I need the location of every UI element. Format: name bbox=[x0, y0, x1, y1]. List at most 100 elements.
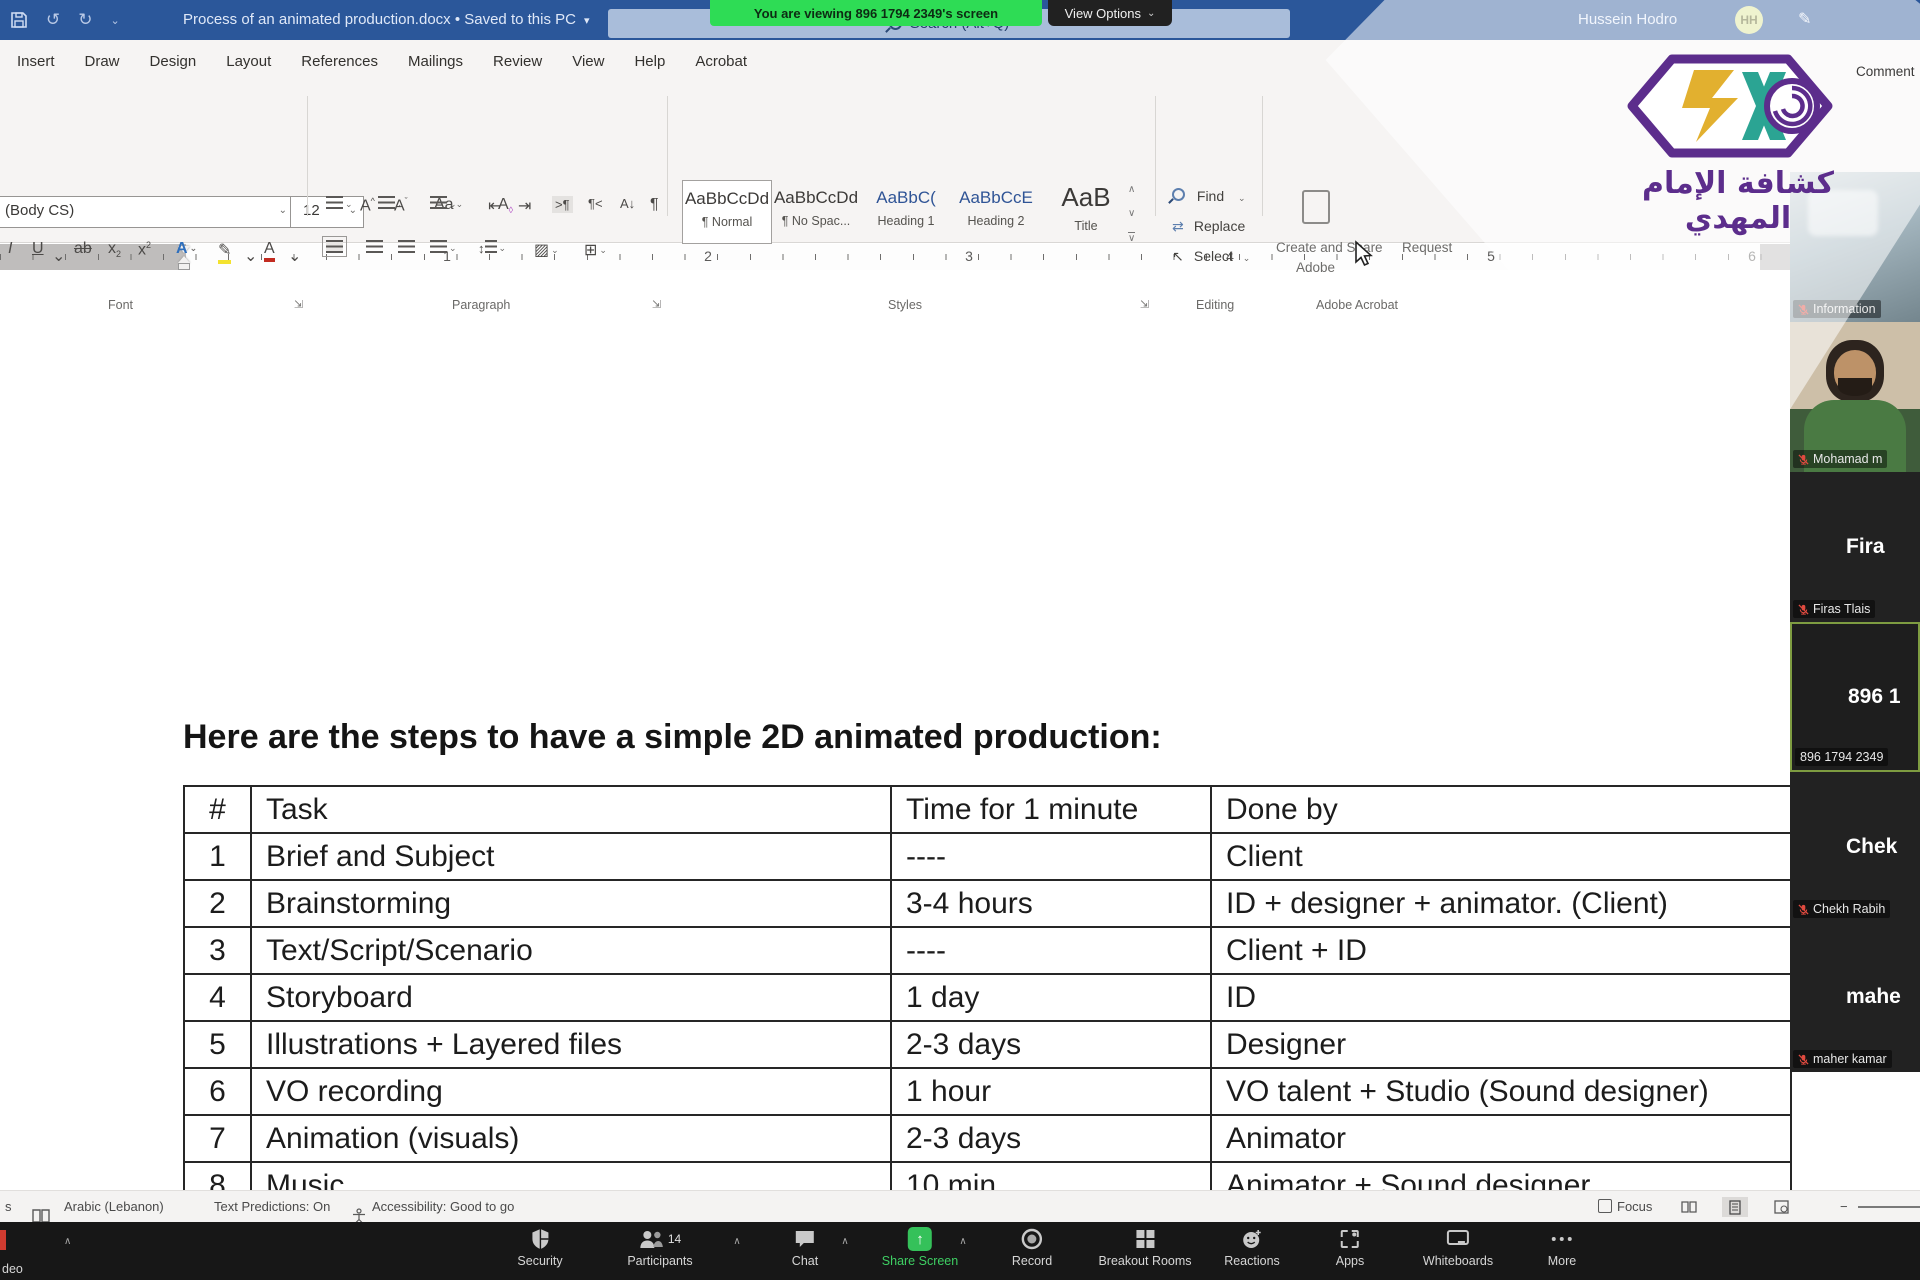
participant-tile-896[interactable]: 896 1 896 1794 2349 bbox=[1790, 622, 1920, 772]
comments-button[interactable]: Comment bbox=[1856, 64, 1915, 79]
align-center-button[interactable] bbox=[366, 240, 383, 258]
style-card[interactable]: AaBbCcDd¶ Normal bbox=[682, 180, 772, 244]
participants-button[interactable]: 14 Participants bbox=[627, 1226, 692, 1268]
style-card[interactable]: AaBbCcEHeading 2 bbox=[952, 180, 1040, 242]
styles-scroll-down-icon[interactable]: ∨ bbox=[1128, 208, 1135, 219]
title-menu-icon[interactable]: ▾ bbox=[584, 15, 590, 27]
numbering-button[interactable]: ⌄ bbox=[378, 196, 405, 214]
left-indent-marker[interactable] bbox=[179, 264, 189, 269]
style-card[interactable]: AaBbC(Heading 1 bbox=[862, 180, 950, 242]
tab-design[interactable]: Design bbox=[135, 40, 212, 84]
chevron-down-icon[interactable]: ⌄ bbox=[288, 246, 301, 266]
save-icon[interactable] bbox=[10, 11, 28, 29]
increase-indent-button[interactable]: ⇥ bbox=[518, 196, 531, 216]
grow-font-button[interactable]: A^ bbox=[360, 196, 375, 215]
read-mode-icon bbox=[1681, 1201, 1697, 1213]
subscript-button[interactable]: x2 bbox=[108, 240, 121, 259]
focus-button[interactable]: Focus bbox=[1598, 1191, 1652, 1223]
chevron-down-icon[interactable]: ⌄ bbox=[244, 246, 257, 266]
participant-tile-firas[interactable]: Fira Firas Tlais bbox=[1790, 472, 1920, 622]
video-button-label[interactable]: deo bbox=[2, 1262, 23, 1276]
create-pdf-icon[interactable] bbox=[1302, 190, 1330, 224]
multilevel-list-button[interactable]: ⌄ bbox=[430, 196, 457, 214]
style-name: Heading 2 bbox=[952, 214, 1040, 228]
font-color-button[interactable]: A bbox=[264, 240, 275, 262]
accessibility-status[interactable]: Accessibility: Good to go bbox=[372, 1191, 514, 1223]
decrease-indent-button[interactable]: ⇤ bbox=[488, 196, 501, 216]
tab-view[interactable]: View bbox=[557, 40, 619, 84]
style-card[interactable]: AaBbCcDd¶ No Spac... bbox=[772, 180, 860, 242]
request-signatures-label[interactable]: Request bbox=[1402, 240, 1452, 255]
styles-dialog-launcher[interactable]: ⇲ bbox=[1140, 298, 1149, 311]
underline-button[interactable]: U bbox=[32, 240, 44, 258]
rtl-direction-button[interactable]: ¶< bbox=[588, 196, 603, 211]
bullets-button[interactable]: ⌄ bbox=[326, 196, 353, 214]
zoom-slider[interactable] bbox=[1858, 1206, 1920, 1208]
align-right-button[interactable] bbox=[398, 240, 415, 258]
replace-button[interactable]: ⇄ Replace bbox=[1172, 218, 1245, 235]
stop-video-icon[interactable] bbox=[0, 1230, 6, 1250]
record-button[interactable]: Record bbox=[1012, 1226, 1052, 1268]
breakout-rooms-button[interactable]: Breakout Rooms bbox=[1098, 1226, 1191, 1268]
muted-mic-icon bbox=[1798, 454, 1809, 465]
tab-mailings[interactable]: Mailings bbox=[393, 40, 478, 84]
justify-button[interactable]: ⌄ bbox=[430, 240, 457, 258]
view-options-button[interactable]: View Options⌄ bbox=[1048, 0, 1172, 26]
tab-draw[interactable]: Draw bbox=[70, 40, 135, 84]
table-cell: Brief and Subject bbox=[251, 833, 891, 880]
participants-caret-icon[interactable]: ∧ bbox=[733, 1236, 740, 1247]
line-spacing-button[interactable]: ↕⌄ bbox=[478, 240, 506, 256]
apps-icon bbox=[1340, 1229, 1360, 1249]
whiteboards-button[interactable]: Whiteboards bbox=[1423, 1226, 1493, 1268]
superscript-button[interactable]: x2 bbox=[138, 240, 151, 259]
ltr-direction-button[interactable]: >¶ bbox=[552, 196, 573, 213]
apps-button[interactable]: Apps bbox=[1336, 1226, 1365, 1268]
styles-scroll-up-icon[interactable]: ∧ bbox=[1128, 184, 1135, 195]
security-button[interactable]: Security bbox=[517, 1226, 562, 1268]
paragraph-dialog-launcher[interactable]: ⇲ bbox=[652, 298, 661, 311]
chat-button[interactable]: Chat bbox=[792, 1226, 818, 1268]
text-predictions-status[interactable]: Text Predictions: On bbox=[214, 1191, 330, 1223]
customize-qat-icon[interactable]: ⌄ bbox=[111, 14, 120, 27]
tab-layout[interactable]: Layout bbox=[211, 40, 286, 84]
undo-icon[interactable]: ↺ bbox=[46, 10, 60, 30]
select-button[interactable]: ↖ Select ⌄ bbox=[1172, 248, 1250, 265]
more-button[interactable]: More bbox=[1548, 1226, 1576, 1268]
style-card[interactable]: AaBTitle bbox=[1042, 180, 1130, 242]
read-mode-button[interactable] bbox=[1676, 1197, 1702, 1217]
tab-review[interactable]: Review bbox=[478, 40, 557, 84]
align-left-button[interactable] bbox=[326, 240, 343, 258]
styles-expand-icon[interactable]: ∨ bbox=[1128, 232, 1135, 244]
redo-icon[interactable]: ↻ bbox=[78, 10, 92, 30]
find-button[interactable]: Find ⌄ bbox=[1172, 188, 1246, 204]
strikethrough-button[interactable]: ab bbox=[74, 240, 92, 258]
web-layout-button[interactable] bbox=[1768, 1197, 1794, 1217]
muted-mic-icon bbox=[1798, 604, 1809, 615]
table-header-cell: Done by bbox=[1211, 786, 1791, 833]
zoom-out-button[interactable]: − bbox=[1840, 1191, 1848, 1223]
font-dialog-launcher[interactable]: ⇲ bbox=[294, 298, 303, 311]
video-caret-icon[interactable]: ∧ bbox=[64, 1236, 71, 1247]
tab-acrobat[interactable]: Acrobat bbox=[680, 40, 762, 84]
language-status[interactable]: Arabic (Lebanon) bbox=[64, 1191, 164, 1223]
participant-tile-maher[interactable]: mahe maher kamar bbox=[1790, 922, 1920, 1072]
participant-tile-chekh[interactable]: Chek Chekh Rabih bbox=[1790, 772, 1920, 922]
italic-button[interactable]: I bbox=[8, 240, 12, 258]
share-caret-icon[interactable]: ∧ bbox=[959, 1236, 966, 1247]
tab-references[interactable]: References bbox=[286, 40, 393, 84]
muted-mic-icon bbox=[1798, 1054, 1809, 1065]
shading-button[interactable]: ▨⌄ bbox=[534, 240, 559, 260]
highlight-button[interactable]: ✎ bbox=[218, 240, 231, 264]
print-layout-button[interactable] bbox=[1722, 1197, 1748, 1217]
reactions-button[interactable]: Reactions bbox=[1224, 1226, 1280, 1268]
tab-help[interactable]: Help bbox=[619, 40, 680, 84]
font-name-select[interactable]: (Body CS)⌄ bbox=[0, 196, 294, 228]
borders-button[interactable]: ⊞⌄ bbox=[584, 240, 607, 260]
sort-button[interactable]: A↓ bbox=[620, 196, 635, 211]
text-effects-button[interactable]: A⌄ bbox=[176, 240, 197, 258]
chat-caret-icon[interactable]: ∧ bbox=[841, 1236, 848, 1247]
show-paragraph-marks-button[interactable]: ¶ bbox=[650, 196, 659, 214]
chevron-down-icon[interactable]: ⌄ bbox=[52, 246, 65, 266]
share-screen-button[interactable]: ↑ Share Screen bbox=[882, 1226, 958, 1268]
tab-insert[interactable]: Insert bbox=[2, 40, 70, 84]
